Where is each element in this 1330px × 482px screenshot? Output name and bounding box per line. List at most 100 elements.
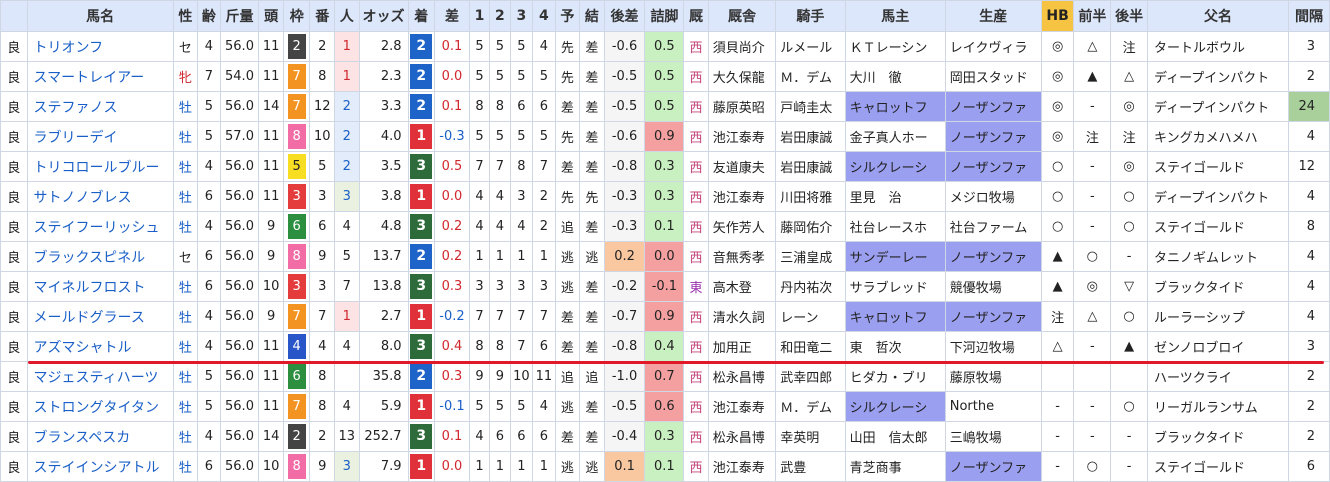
header-col-22[interactable]: 騎手 [775,0,846,32]
corner4-cell: 1 [532,451,556,482]
horse-name-link[interactable]: サトノノブレス [26,181,174,212]
gate-cell: 7 [282,301,311,332]
header-col-26[interactable]: 前半 [1073,0,1112,32]
hb-mark-cell: △ [1040,331,1075,362]
header-col-10[interactable]: 着 [407,0,436,32]
finish-badge: 1 [410,394,433,419]
header-col-25[interactable]: HB [1040,0,1075,32]
horse-name-link[interactable]: マジェスティハーツ [26,361,174,392]
interval-cell: 4 [1287,301,1330,332]
popularity-cell: 1 [333,31,360,62]
sire-cell: キングカメハメハ [1146,121,1289,152]
interval-cell: 2 [1287,421,1330,452]
table-row[interactable]: 良ストロングタイタン牡 5 56.0 11 7 8 4 5.9 1 -0.1 5 5 5 4 逃差 -0.5 0… [0,391,1330,422]
header-col-3[interactable]: 齢 [197,0,221,32]
corner4-cell: 4 [532,391,556,422]
second-half-mark-cell: ▽ [1110,271,1148,302]
horse-name-link[interactable]: ラブリーデイ [26,121,174,152]
horse-name-link[interactable]: メールドグラース [26,301,174,332]
jockey-cell: 川田将雅 [775,181,846,212]
table-row[interactable]: 良アズマシャトル牡 4 56.0 11 4 4 4 8.0 3 0.4 8 8 7 6 差差 -0.8 0.4 西… [0,331,1330,362]
header-col-13[interactable]: 2 [489,0,511,32]
closing-speed-cell: 0.5 [644,61,685,92]
result-style-cell: 差 [579,91,605,122]
table-row[interactable]: 良メールドグラース牡 4 56.0 9 7 7 1 2.7 1 -0.2 7 7 7 7 差差 -0.7 0.9… [0,301,1330,332]
header-col-15[interactable]: 4 [532,0,556,32]
header-col-23[interactable]: 馬主 [844,0,946,32]
header-col-17[interactable]: 結 [579,0,605,32]
header-col-27[interactable]: 後半 [1110,0,1148,32]
horse-name-link[interactable]: ステイフーリッシュ [26,211,174,242]
interval-cell: 8 [1287,211,1330,242]
header-col-16[interactable]: 予 [554,0,581,32]
finish-badge: 1 [410,184,433,209]
finish-badge: 3 [410,334,433,359]
horse-name-link[interactable]: ストロングタイタン [26,391,174,422]
hb-mark-cell: - [1040,451,1075,482]
sire-cell: タニノギムレット [1146,241,1289,272]
horse-name-link[interactable]: ステファノス [26,91,174,122]
closing-speed-cell: 0.7 [644,361,685,392]
header-col-4[interactable]: 斤量 [219,0,260,32]
margin-cell: 0.1 [434,31,470,62]
finish-badge: 2 [410,244,433,269]
header-col-28[interactable]: 父名 [1146,0,1289,32]
header-col-2[interactable]: 性 [172,0,199,32]
predicted-style-cell: 逃 [554,451,581,482]
table-row[interactable]: 良ステイフーリッシュ牡 4 56.0 9 6 6 4 4.8 3 0.2 4 4 4 2 追差 -0.3 0.1… [0,211,1330,242]
header-col-12[interactable]: 1 [468,0,491,32]
sire-cell: ステイゴールド [1146,451,1289,482]
finish-badge: 2 [410,94,433,119]
header-col-11[interactable]: 差 [434,0,470,32]
age-cell: 4 [197,421,221,452]
header-col-18[interactable]: 後差 [603,0,646,32]
table-row[interactable]: 良ラブリーデイ牡 5 57.0 11 8 10 2 4.0 1 -0.3 5 5 5 5 先差 -0.6 0.9… [0,121,1330,152]
horse-name-link[interactable]: トリコロールブルー [26,151,174,182]
header-col-24[interactable]: 生産 [944,0,1042,32]
margin-cell: 0.1 [434,421,470,452]
hb-mark-cell: - [1040,421,1075,452]
late-diff-cell: -0.3 [603,211,646,242]
closing-speed-cell: 0.4 [644,331,685,362]
header-col-19[interactable]: 詰脚 [644,0,685,32]
age-cell: 6 [197,181,221,212]
horse-name-link[interactable]: スマートレイアー [26,61,174,92]
closing-speed-cell: 0.1 [644,211,685,242]
header-col-14[interactable]: 3 [509,0,534,32]
header-col-9[interactable]: オッズ [358,0,409,32]
horse-name-link[interactable]: ブラックスピネル [26,241,174,272]
table-row[interactable]: 良マジェスティハーツ牡 5 56.0 11 6 8 35.8 2 0.3 9 9 10 11 追追 -1.0… [0,361,1330,392]
table-row[interactable]: 良ブランスペスカ牡 4 56.0 14 2 2 13 252.7 3 0.1 4 6 6 6 差差 -0.4 0… [0,421,1330,452]
header-col-6[interactable]: 枠 [282,0,311,32]
header-col-8[interactable]: 人 [333,0,360,32]
trainer-cell: 藤原英昭 [707,91,777,122]
second-half-mark-cell: ◎ [1110,91,1148,122]
horse-name-link[interactable]: アズマシャトル [26,331,174,362]
header-col-7[interactable]: 番 [309,0,335,32]
table-row[interactable]: 良ブラックスピネルセ 6 56.0 9 8 9 5 13.7 2 0.2 1 1 1 1 逃逃 0.2 0.0 西… [0,241,1330,272]
table-row[interactable]: 良マイネルフロスト牡 6 56.0 10 3 3 7 13.8 3 0.3 3 3 3 3 逃差 -0.2 -0… [0,271,1330,302]
first-half-mark-cell: ○ [1073,451,1112,482]
horse-name-link[interactable]: トリオンフ [26,31,174,62]
header-col-5[interactable]: 頭 [258,0,284,32]
header-col-1[interactable]: 馬名 [26,0,174,32]
header-col-0[interactable] [0,0,28,32]
horse-name-link[interactable]: ステイインシアトル [26,451,174,482]
field-size-cell: 11 [258,151,284,182]
table-row[interactable]: 良スマートレイアー牝 7 54.0 11 7 8 1 2.3 2 0.0 5 5 5 5 先差 -0.5 0.5… [0,61,1330,92]
header-col-20[interactable]: 厩 [683,0,709,32]
age-cell: 6 [197,271,221,302]
table-row[interactable]: 良トリコロールブルー牡 4 56.0 11 5 5 2 3.5 3 0.5 7 7 8 7 差差 -0.8 0.… [0,151,1330,182]
table-row[interactable]: 良トリオンフセ 4 56.0 11 2 2 1 2.8 2 0.1 5 5 5 4 先差 -0.6 0.5 西須貝… [0,31,1330,62]
table-row[interactable]: 良サトノノブレス牡 6 56.0 11 3 3 3 3.8 1 0.0 4 4 3 2 先先 -0.3 0.3 西… [0,181,1330,212]
horse-name-link[interactable]: マイネルフロスト [26,271,174,302]
age-cell: 4 [197,151,221,182]
header-col-29[interactable]: 間隔 [1287,0,1330,32]
header-col-21[interactable]: 厩舎 [707,0,777,32]
margin-cell: -0.1 [434,391,470,422]
field-size-cell: 9 [258,241,284,272]
region-cell: 西 [683,361,709,392]
table-row[interactable]: 良ステファノス牡 5 56.0 14 7 12 2 3.3 2 0.1 8 8 6 6 差差 -0.5 0.5 西… [0,91,1330,122]
horse-name-link[interactable]: ブランスペスカ [26,421,174,452]
table-row[interactable]: 良ステイインシアトル牡 6 56.0 10 8 9 3 7.9 1 0.0 1 1 1 1 逃逃 0.1 0.1… [0,451,1330,482]
